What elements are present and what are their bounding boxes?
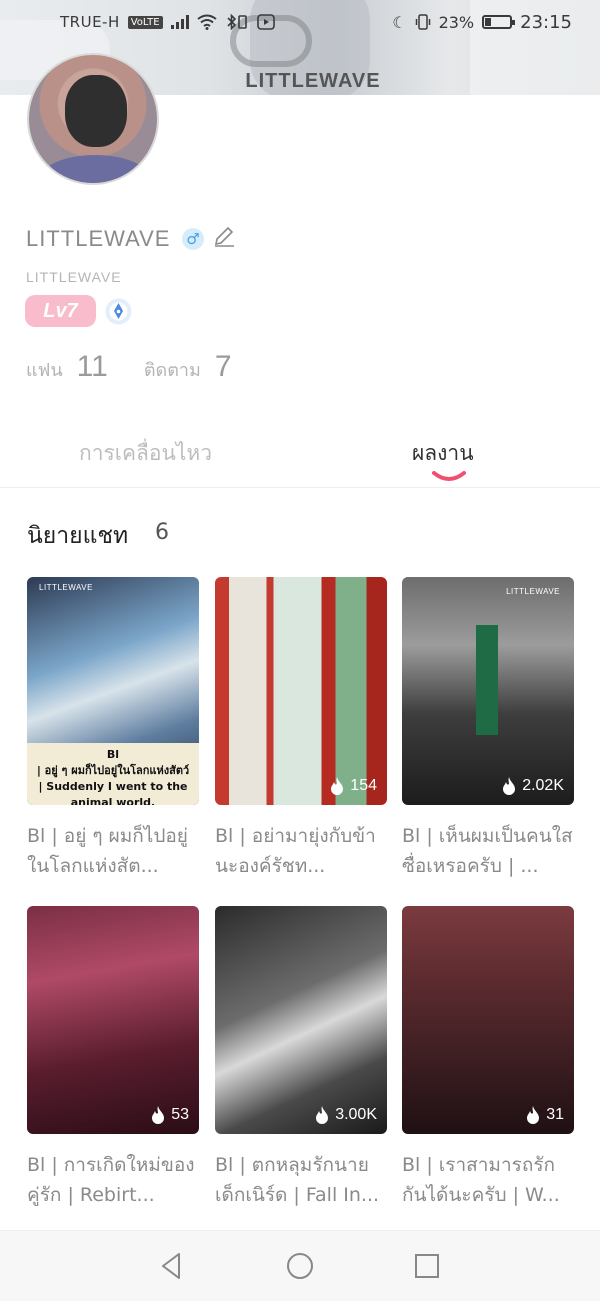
cover-watermark: LITTLEWAVE — [506, 587, 560, 596]
tab-works[interactable]: ผลงาน — [412, 437, 474, 470]
story-cover[interactable]: 154 — [215, 577, 387, 805]
view-count: 31 — [526, 1106, 564, 1124]
status-bar: TRUE-H VoLTE ☾ 23% 23:15 — [0, 0, 600, 44]
system-navigation-bar — [0, 1230, 600, 1301]
story-card[interactable]: 154 Bl | อย่ามายุ่งกับข้านะองค์รัชท... — [215, 577, 387, 881]
circle-home-icon[interactable] — [285, 1251, 315, 1281]
flame-icon — [316, 1106, 329, 1124]
story-card[interactable]: 53 Bl | การเกิดใหม่ของคู่รัก | Rebirt... — [27, 906, 199, 1210]
story-title[interactable]: Bl | อยู่ ๆ ผมก็ไปอยู่ในโลกแห่งสัต... — [27, 821, 199, 881]
fans-count[interactable]: 11 — [77, 350, 108, 384]
active-tab-indicator — [432, 471, 466, 481]
vibrate-icon — [415, 14, 430, 30]
story-title[interactable]: Bl | ตกหลุมรักนายเด็กเนิร์ด | Fall In... — [215, 1150, 387, 1210]
profile-display-name: LITTLEWAVE — [26, 226, 171, 251]
screen-record-icon — [256, 14, 275, 30]
follow-stats: แฟน 11 ติดตาม 7 — [26, 350, 268, 384]
clock: 23:15 — [520, 11, 572, 33]
pencil-icon[interactable] — [212, 224, 236, 248]
story-card[interactable]: LITTLEWAVE 2.02K Bl | เห็นผมเป็นคนใสซื่อ… — [402, 577, 574, 881]
section-title: นิยายแชท — [27, 523, 129, 549]
view-count: 154 — [330, 777, 377, 795]
level-badge[interactable]: Lv7 — [25, 295, 96, 327]
wifi-icon — [196, 14, 217, 30]
story-card[interactable]: 3.00K Bl | ตกหลุมรักนายเด็กเนิร์ด | Fall… — [215, 906, 387, 1210]
male-icon: ♂ — [182, 228, 204, 250]
story-title[interactable]: Bl | การเกิดใหม่ของคู่รัก | Rebirt... — [27, 1150, 199, 1210]
flame-icon — [331, 777, 344, 795]
story-cover[interactable]: 31 — [402, 906, 574, 1134]
volte-badge: VoLTE — [127, 15, 163, 29]
flame-icon — [152, 1106, 165, 1124]
battery-icon — [482, 15, 516, 29]
story-title[interactable]: Bl | เห็นผมเป็นคนใสซื่อเหรอครับ | ... — [402, 821, 574, 881]
cover-watermark: LITTLEWAVE — [39, 583, 93, 592]
fans-label[interactable]: แฟน — [26, 355, 63, 384]
flame-icon — [503, 777, 516, 795]
carrier-name: TRUE-H — [60, 13, 120, 31]
square-recents-icon[interactable] — [412, 1251, 442, 1281]
section-count: 6 — [155, 520, 169, 545]
profile-tabs: การเคลื่อนไหว ผลงาน — [0, 425, 600, 488]
username: LITTLEWAVE — [26, 269, 122, 285]
signal-icon — [170, 15, 189, 29]
following-label[interactable]: ติดตาม — [144, 355, 201, 384]
tab-activity[interactable]: การเคลื่อนไหว — [79, 437, 212, 470]
pen-nib-badge-icon[interactable] — [104, 297, 133, 326]
story-cover[interactable]: LITTLEWAVE Bl | อยู่ ๆ ผมก็ไปอยู่ในโลกแห… — [27, 577, 199, 805]
moon-icon: ☾ — [392, 12, 407, 32]
cover-caption: Bl | อยู่ ๆ ผมก็ไปอยู่ในโลกแห่งสัตว์ | S… — [27, 743, 199, 805]
story-cover[interactable]: 3.00K — [215, 906, 387, 1134]
story-title[interactable]: Bl | อย่ามายุ่งกับข้านะองค์รัชท... — [215, 821, 387, 881]
avatar[interactable] — [27, 53, 159, 185]
story-card[interactable]: 31 Bl | เราสามารถรักกันได้นะครับ | W... — [402, 906, 574, 1210]
flame-icon — [527, 1106, 540, 1124]
battery-percent: 23% — [438, 12, 475, 32]
triangle-back-icon[interactable] — [157, 1251, 187, 1281]
view-count: 53 — [151, 1106, 189, 1124]
story-cover[interactable]: LITTLEWAVE 2.02K — [402, 577, 574, 805]
following-count[interactable]: 7 — [215, 350, 232, 384]
story-title[interactable]: Bl | เราสามารถรักกันได้นะครับ | W... — [402, 1150, 574, 1210]
bluetooth-vibrate-icon — [226, 14, 247, 30]
story-card[interactable]: LITTLEWAVE Bl | อยู่ ๆ ผมก็ไปอยู่ในโลกแห… — [27, 577, 199, 881]
story-cover[interactable]: 53 — [27, 906, 199, 1134]
view-count: 2.02K — [502, 777, 564, 795]
view-count: 3.00K — [315, 1106, 377, 1124]
